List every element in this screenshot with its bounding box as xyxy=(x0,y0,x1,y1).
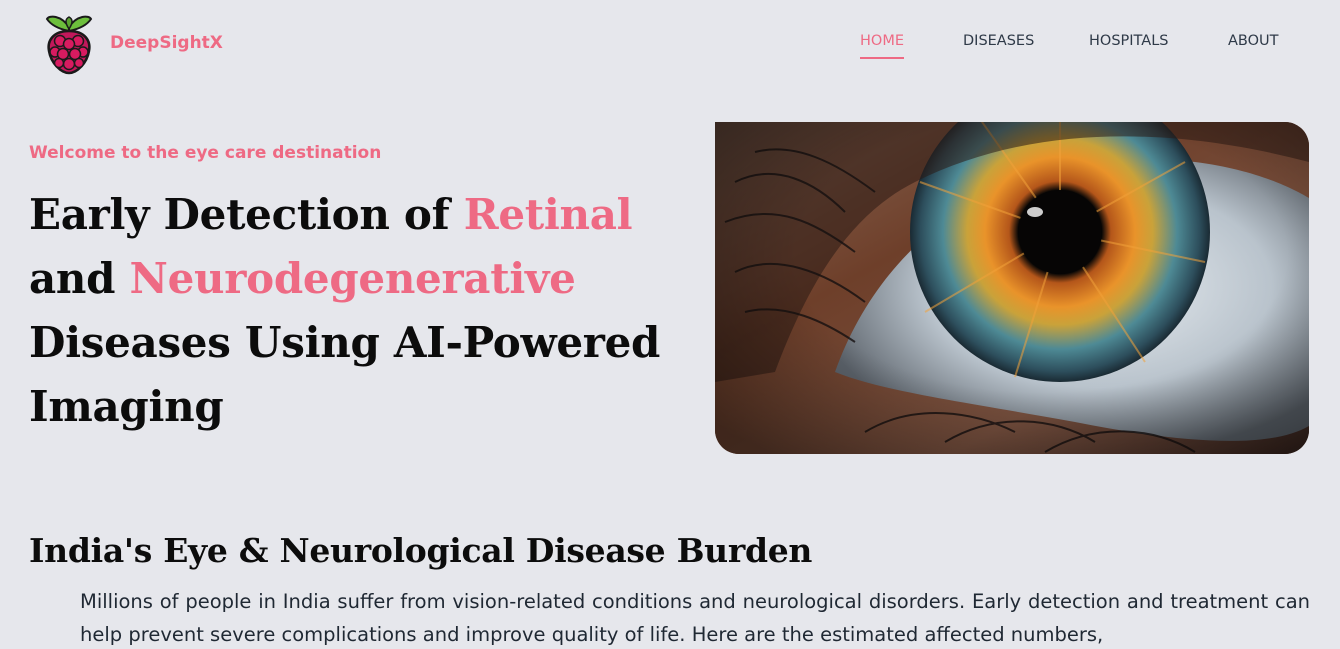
nav-hospitals[interactable]: HOSPITALS xyxy=(1089,33,1168,49)
nav-home[interactable]: HOME xyxy=(860,33,904,59)
hero-title: Early Detection of Retinal and Neurodege… xyxy=(29,183,689,439)
hero-title-accent-retinal: Retinal xyxy=(463,190,633,239)
nav-diseases[interactable]: DISEASES xyxy=(963,33,1034,49)
hero-title-part1: Early Detection of xyxy=(29,190,464,239)
hero-title-part2: and xyxy=(29,254,130,303)
eye-illustration-icon xyxy=(715,122,1309,454)
hero-title-accent-neuro: Neurodegenerative xyxy=(129,254,576,303)
hero-title-part3: Diseases Using AI-Powered Imaging xyxy=(29,318,661,431)
burden-section-title: India's Eye & Neurological Disease Burde… xyxy=(29,531,813,570)
page: DeepSightX HOME DISEASES HOSPITALS ABOUT… xyxy=(0,0,1340,649)
raspberry-logo-icon[interactable] xyxy=(43,13,95,77)
nav-about[interactable]: ABOUT xyxy=(1228,33,1279,49)
welcome-tagline: Welcome to the eye care destination xyxy=(29,143,382,163)
brand-name[interactable]: DeepSightX xyxy=(110,33,223,53)
eye-closeup-image xyxy=(715,122,1309,454)
burden-section-body: Millions of people in India suffer from … xyxy=(80,590,1310,646)
